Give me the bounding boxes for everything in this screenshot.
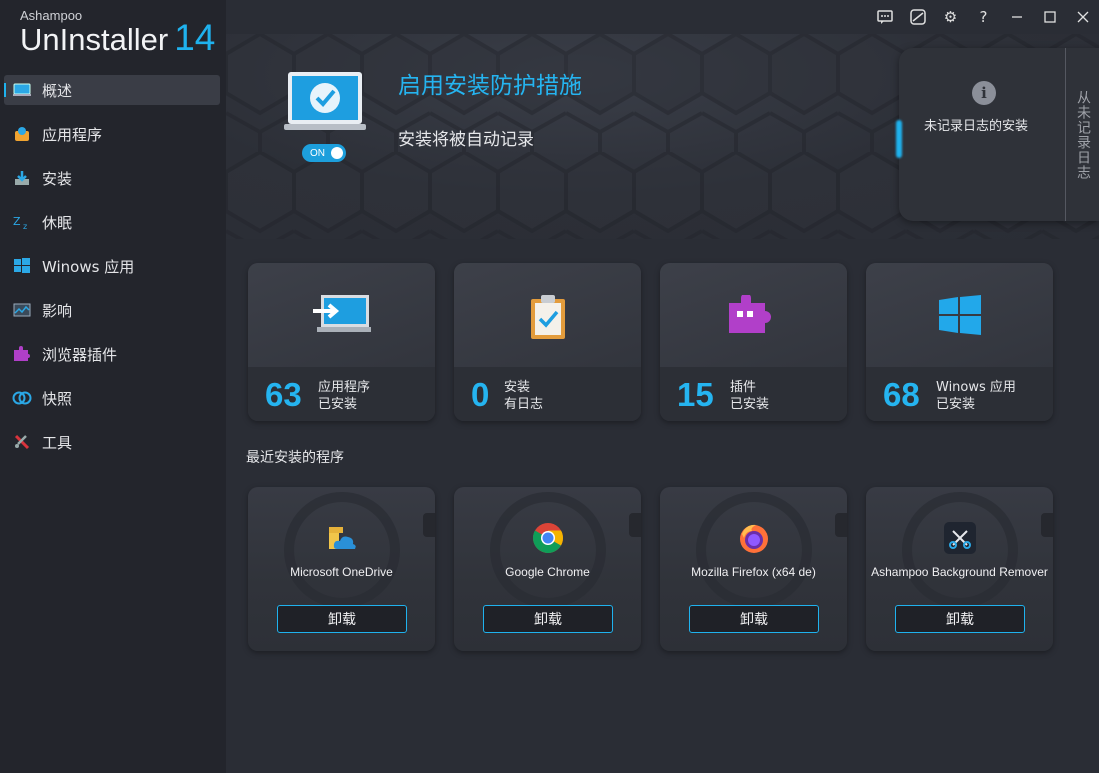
puzzle-icon <box>728 293 779 339</box>
sidebar-item-label: Winows 应用 <box>42 257 135 276</box>
uninstall-button[interactable]: 卸载 <box>689 605 819 633</box>
minimize-icon[interactable] <box>1000 0 1033 34</box>
svg-text:Z: Z <box>13 215 21 228</box>
skin-icon[interactable] <box>901 0 934 34</box>
brand-name: UnInstaller 14 <box>20 19 215 57</box>
apps-icon <box>12 125 32 143</box>
stat-tiles: 63 应用程序 已安装 0 安装 有日志 15 插件 已安装 68 Winows… <box>248 263 1053 421</box>
tile-label-2: 已安装 <box>318 397 358 412</box>
sidebar-item-label: 休眠 <box>42 213 73 232</box>
snapshot-icon <box>12 389 32 407</box>
window-controls: ⚙ ? <box>868 0 1099 34</box>
sidebar-item-windows-apps[interactable]: Winows 应用 <box>4 251 220 281</box>
sidebar-item-install[interactable]: 安装 <box>4 163 220 193</box>
windows-icon <box>12 257 32 275</box>
brand-name-text: UnInstaller <box>20 22 169 57</box>
tile-value: 0 <box>471 376 490 413</box>
sleep-icon: Zz <box>12 213 32 231</box>
monitor-arrow-icon <box>312 295 371 339</box>
close-icon[interactable] <box>1066 0 1099 34</box>
card-notch <box>835 513 847 537</box>
sidebar: Ashampoo UnInstaller 14 概述 应用程序 安装 Zz 休眠… <box>0 0 226 773</box>
info-icon: i <box>972 81 996 105</box>
tile-label-2: 已安装 <box>730 397 770 412</box>
app-name: Mozilla Firefox (x64 de) <box>691 565 816 579</box>
tile-value: 68 <box>883 376 920 413</box>
uninstall-button[interactable]: 卸载 <box>277 605 407 633</box>
protected-laptop-icon <box>284 72 366 136</box>
app-name: Ashampoo Background Remover <box>871 565 1048 579</box>
toggle-knob <box>331 147 343 159</box>
tools-icon <box>12 433 32 451</box>
tile-windows-apps[interactable]: 68 Winows 应用 已安装 <box>866 263 1053 421</box>
gear-icon[interactable]: ⚙ <box>934 0 967 34</box>
card-notch <box>629 513 641 537</box>
brand-version: 14 <box>174 17 216 58</box>
sidebar-item-label: 概述 <box>42 81 73 100</box>
protection-toggle[interactable]: ON <box>302 144 346 162</box>
uninstall-button[interactable]: 卸载 <box>483 605 613 633</box>
feedback-icon[interactable] <box>868 0 901 34</box>
panel-glow <box>896 120 902 158</box>
tile-installed-apps[interactable]: 63 应用程序 已安装 <box>248 263 435 421</box>
chrome-icon <box>532 522 564 554</box>
tile-value: 15 <box>677 376 714 413</box>
panel-divider <box>1065 48 1066 221</box>
maximize-icon[interactable] <box>1033 0 1066 34</box>
toggle-label: ON <box>310 147 325 159</box>
card-notch <box>423 513 435 537</box>
active-indicator <box>4 83 6 97</box>
uninstall-button[interactable]: 卸载 <box>895 605 1025 633</box>
help-icon[interactable]: ? <box>967 0 1000 34</box>
sidebar-nav: 概述 应用程序 安装 Zz 休眠 Winows 应用 影响 浏览器插件 快照 工… <box>4 75 220 471</box>
sidebar-item-tools[interactable]: 工具 <box>4 427 220 457</box>
puzzle-icon <box>12 345 32 363</box>
recent-app-card: Ashampoo Background Remover 卸载 <box>866 487 1053 651</box>
hero-title: 启用安装防护措施 <box>398 73 582 99</box>
recent-apps: Microsoft OneDrive 卸载 Google Chrome 卸载 M… <box>248 487 1053 651</box>
tile-plugins[interactable]: 15 插件 已安装 <box>660 263 847 421</box>
sidebar-item-label: 快照 <box>42 389 73 408</box>
panel-vertical-tab[interactable]: 从未记录日志 <box>1073 90 1093 180</box>
hero-subtitle: 安装将被自动记录 <box>398 130 534 150</box>
impact-icon <box>12 301 32 319</box>
main-content: ⚙ ? ON 启用安装防护措施 安装将被自动记录 i 未记录日志的安装 从未记录… <box>226 0 1099 773</box>
windows-logo-icon <box>938 295 981 339</box>
tile-value: 63 <box>265 376 302 413</box>
scissors-icon <box>943 522 976 554</box>
monitor-icon <box>12 81 32 99</box>
sidebar-item-label: 影响 <box>42 301 73 320</box>
sidebar-item-overview[interactable]: 概述 <box>4 75 220 105</box>
clipboard-check-icon <box>530 295 566 343</box>
tile-logged-installs[interactable]: 0 安装 有日志 <box>454 263 641 421</box>
unlogged-installs-panel[interactable]: i 未记录日志的安装 从未记录日志 <box>896 48 1099 221</box>
sidebar-item-label: 应用程序 <box>42 125 103 144</box>
app-logo: Ashampoo UnInstaller 14 <box>20 8 215 57</box>
panel-label: 未记录日志的安装 <box>924 119 1029 134</box>
recent-app-card: Mozilla Firefox (x64 de) 卸载 <box>660 487 847 651</box>
svg-text:z: z <box>23 222 27 230</box>
sidebar-item-impact[interactable]: 影响 <box>4 295 220 325</box>
sidebar-item-browser-plugins[interactable]: 浏览器插件 <box>4 339 220 369</box>
app-name: Microsoft OneDrive <box>290 565 393 579</box>
firefox-icon <box>738 522 770 554</box>
install-icon <box>12 169 32 187</box>
sidebar-item-sleep[interactable]: Zz 休眠 <box>4 207 220 237</box>
sidebar-item-snapshot[interactable]: 快照 <box>4 383 220 413</box>
recent-app-card: Microsoft OneDrive 卸载 <box>248 487 435 651</box>
tile-label-2: 已安装 <box>936 397 976 412</box>
app-name: Google Chrome <box>505 565 590 579</box>
tile-label-2: 有日志 <box>504 397 544 412</box>
recent-section-title: 最近安装的程序 <box>246 450 344 466</box>
recent-app-card: Google Chrome 卸载 <box>454 487 641 651</box>
sidebar-item-label: 浏览器插件 <box>42 345 118 364</box>
onedrive-icon <box>326 522 358 554</box>
sidebar-item-apps[interactable]: 应用程序 <box>4 119 220 149</box>
sidebar-item-label: 工具 <box>42 433 73 452</box>
card-notch <box>1041 513 1053 537</box>
sidebar-item-label: 安装 <box>42 169 73 188</box>
